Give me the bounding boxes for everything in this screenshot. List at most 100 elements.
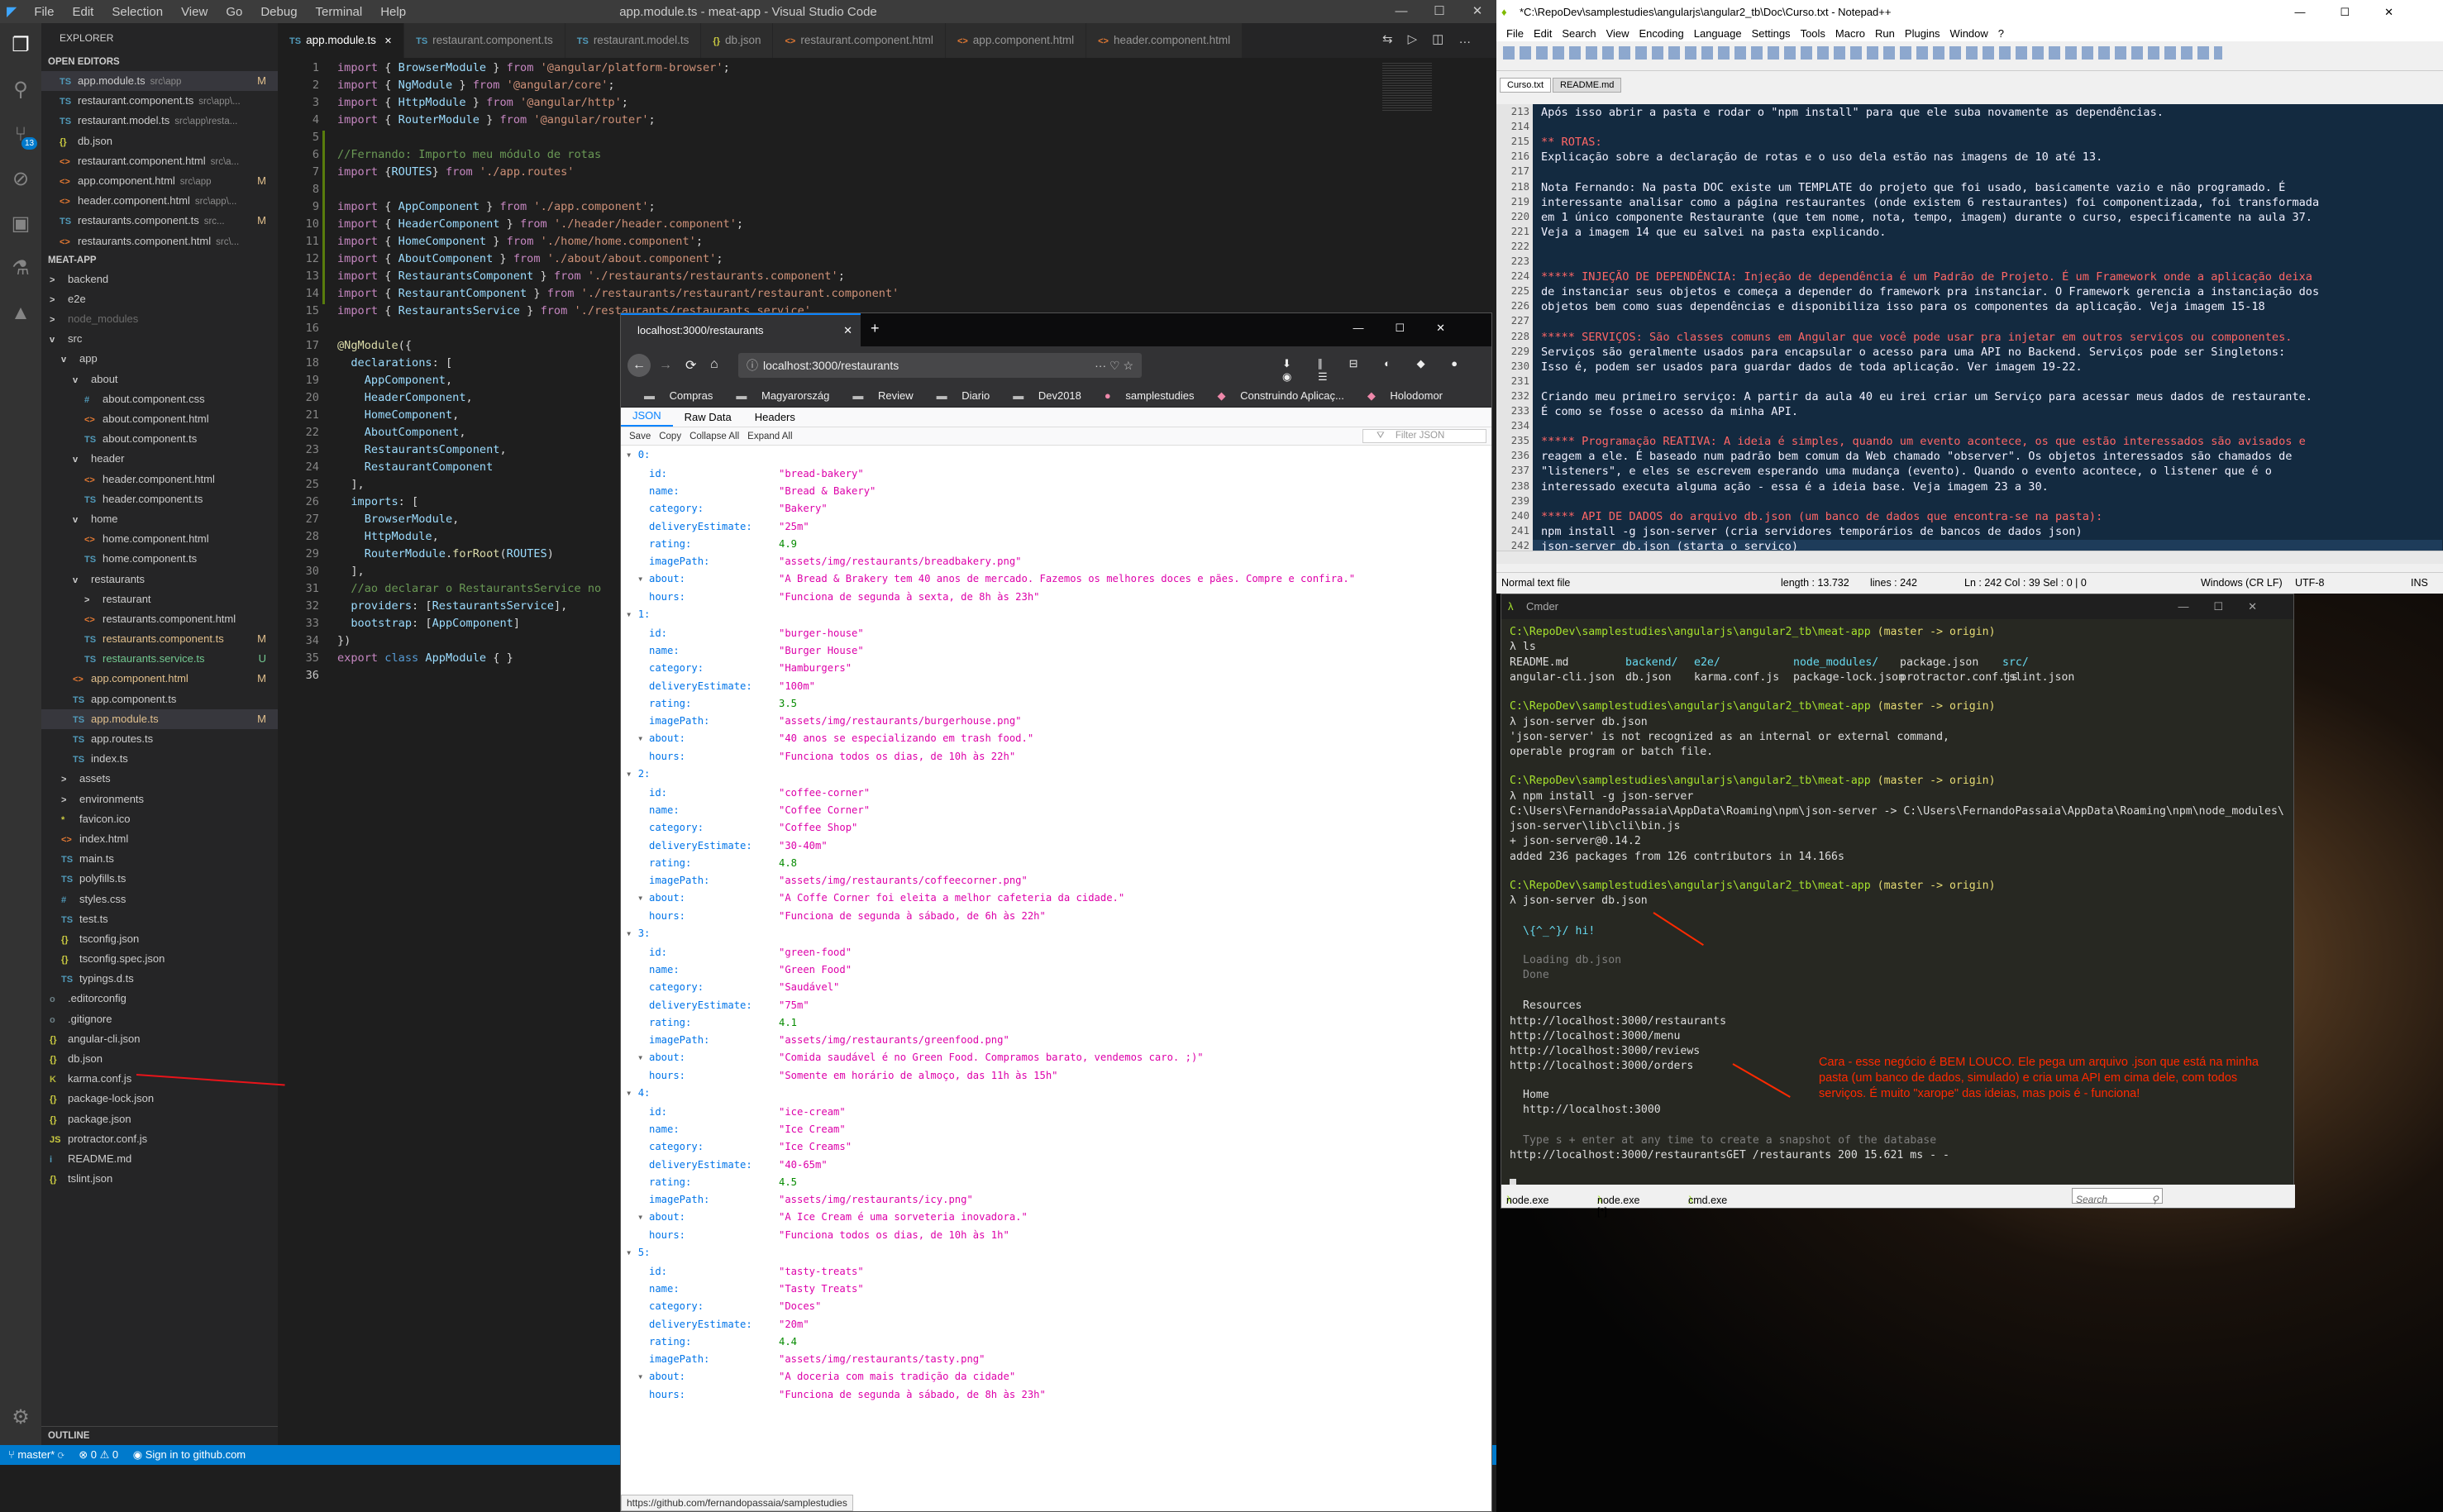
- npp-menu-item[interactable]: Encoding: [1639, 27, 1684, 40]
- back-icon[interactable]: ←: [627, 354, 651, 377]
- open-editor-item[interactable]: <> restaurants.component.html src\...: [41, 231, 278, 251]
- new-tab-icon[interactable]: +: [871, 320, 880, 337]
- npp-editor[interactable]: 213 214 215 216 217 218 219 220 221 222 223 224 225 2…: [1496, 104, 2443, 553]
- tree-item[interactable]: # about.component.css: [41, 389, 278, 409]
- open-editors-section[interactable]: OPEN EDITORS: [41, 53, 278, 71]
- open-editor-item[interactable]: {} db.json: [41, 131, 278, 151]
- npp-toolbar-icons[interactable]: [1503, 46, 2222, 60]
- open-editor-item[interactable]: TS restaurants.component.ts src... M: [41, 211, 278, 231]
- problems-indicator[interactable]: ⊗ 0 ⚠ 0: [79, 1448, 118, 1461]
- npp-menu-item[interactable]: Edit: [1534, 27, 1552, 40]
- npp-tab[interactable]: README.md: [1553, 78, 1622, 93]
- settings-gear-icon[interactable]: ⚙: [0, 1395, 41, 1440]
- editor-tab[interactable]: {} db.json: [701, 23, 774, 58]
- github-signin[interactable]: ◉ Sign in to github.com: [133, 1448, 246, 1461]
- explorer-icon[interactable]: ❐: [0, 23, 41, 68]
- npp-menu-item[interactable]: Language: [1694, 27, 1742, 40]
- editor-tab[interactable]: <> restaurant.component.html: [773, 23, 946, 58]
- npp-menu-item[interactable]: Window: [1950, 27, 1988, 40]
- tree-item[interactable]: # styles.css: [41, 890, 278, 909]
- tab-close-icon[interactable]: ✕: [843, 324, 852, 337]
- tree-item[interactable]: i README.md: [41, 1149, 278, 1169]
- branch-indicator[interactable]: ⑂ master* ⟳: [8, 1448, 64, 1461]
- tree-item[interactable]: {} db.json: [41, 1049, 278, 1069]
- menu-terminal[interactable]: Terminal: [316, 5, 363, 19]
- menu-selection[interactable]: Selection: [112, 5, 163, 19]
- tree-item[interactable]: JS protractor.conf.js: [41, 1129, 278, 1149]
- tree-item[interactable]: TS index.ts: [41, 749, 278, 769]
- tree-item[interactable]: TS test.ts: [41, 909, 278, 929]
- json-index[interactable]: ▾ 3:: [626, 928, 650, 939]
- npp-hscroll[interactable]: [1496, 551, 2443, 564]
- npp-tab[interactable]: Curso.txt: [1500, 78, 1552, 93]
- npp-menu-item[interactable]: View: [1606, 27, 1629, 40]
- json-tab-json[interactable]: JSON: [621, 409, 673, 427]
- open-editor-item[interactable]: <> header.component.html src\app\...: [41, 191, 278, 211]
- cmder-window-controls[interactable]: —☐✕: [2178, 594, 2282, 619]
- tree-item[interactable]: o .gitignore: [41, 1009, 278, 1029]
- bookmark-item[interactable]: ● samplestudies: [1093, 389, 1195, 402]
- npp-menu-item[interactable]: ?: [1998, 27, 2004, 40]
- project-section[interactable]: MEAT-APP: [41, 251, 278, 269]
- tree-item[interactable]: TS header.component.ts: [41, 489, 278, 509]
- tree-item[interactable]: TS restaurants.component.ts M: [41, 629, 278, 649]
- tree-item[interactable]: TS typings.d.ts: [41, 969, 278, 989]
- tree-item[interactable]: TS about.component.ts: [41, 429, 278, 449]
- menu-edit[interactable]: Edit: [72, 5, 93, 19]
- tree-item[interactable]: TS app.module.ts M: [41, 708, 278, 729]
- test-icon[interactable]: ⚗: [0, 246, 41, 291]
- forward-icon[interactable]: →: [659, 358, 672, 373]
- tree-item[interactable]: TS app.routes.ts: [41, 729, 278, 749]
- json-tab-raw-data[interactable]: Raw Data: [673, 411, 743, 427]
- cmder-search[interactable]: Search ⚲: [2072, 1188, 2163, 1205]
- url-bar[interactable]: ⓘ localhost:3000/restaurants ··· ♡ ☆: [738, 353, 1142, 378]
- json-index[interactable]: ▾ 2:: [626, 768, 650, 780]
- editor-tab[interactable]: TS app.module.ts ✕: [278, 23, 405, 58]
- tree-item[interactable]: > e2e: [41, 289, 278, 309]
- tree-item[interactable]: TS home.component.ts: [41, 549, 278, 569]
- tree-item[interactable]: <> header.component.html: [41, 470, 278, 489]
- npp-menu-item[interactable]: Search: [1562, 27, 1596, 40]
- tree-item[interactable]: o .editorconfig: [41, 989, 278, 1009]
- tree-item[interactable]: TS polyfills.ts: [41, 869, 278, 889]
- tree-item[interactable]: v header: [41, 449, 278, 469]
- more-icon[interactable]: …: [1458, 32, 1471, 46]
- close-icon[interactable]: ✕: [1458, 0, 1496, 23]
- extensions-icon[interactable]: ▣: [0, 202, 41, 246]
- tree-item[interactable]: TS restaurants.service.ts U: [41, 649, 278, 669]
- menu-debug[interactable]: Debug: [260, 5, 297, 19]
- npp-menu-item[interactable]: Macro: [1835, 27, 1865, 40]
- tree-item[interactable]: * favicon.ico: [41, 809, 278, 829]
- bookmark-item[interactable]: ▬ Compras: [632, 389, 713, 402]
- tree-item[interactable]: > restaurant: [41, 589, 278, 609]
- json-copy[interactable]: Copy: [659, 432, 681, 441]
- bookmark-item[interactable]: ▬ Magyarország: [724, 389, 829, 402]
- run-icon[interactable]: ▷: [1408, 32, 1418, 46]
- bookmark-item[interactable]: ◆ Construindo Aplicaç...: [1205, 389, 1343, 403]
- tree-item[interactable]: v home: [41, 509, 278, 529]
- editor-tab[interactable]: <> header.component.html: [1086, 23, 1243, 58]
- npp-menu-item[interactable]: Plugins: [1905, 27, 1940, 40]
- json-index[interactable]: ▾ 1:: [626, 608, 650, 620]
- tree-item[interactable]: <> index.html: [41, 829, 278, 849]
- npp-menu-item[interactable]: Run: [1875, 27, 1895, 40]
- json-index[interactable]: ▾ 5:: [626, 1247, 650, 1258]
- minimize-icon[interactable]: —: [1382, 0, 1420, 23]
- npp-window-controls[interactable]: —☐✕: [2294, 0, 2428, 25]
- search-icon[interactable]: ⚲: [0, 68, 41, 112]
- outline-section[interactable]: OUTLINE: [41, 1426, 278, 1444]
- bookmark-item[interactable]: ◆ Holodomor: [1356, 389, 1443, 403]
- tree-item[interactable]: {} tsconfig.spec.json: [41, 949, 278, 969]
- maximize-icon[interactable]: ☐: [1420, 0, 1458, 23]
- tree-item[interactable]: v restaurants: [41, 570, 278, 589]
- tree-item[interactable]: v app: [41, 349, 278, 369]
- open-editor-item[interactable]: TS restaurant.model.ts src\app\resta...: [41, 111, 278, 131]
- tree-item[interactable]: {} package-lock.json: [41, 1089, 278, 1109]
- bookmark-item[interactable]: ▬ Diario: [925, 389, 990, 402]
- open-editor-item[interactable]: TS app.module.ts src\app M: [41, 71, 278, 92]
- npp-menu-item[interactable]: File: [1506, 27, 1524, 40]
- tree-item[interactable]: {} package.json: [41, 1109, 278, 1129]
- open-editor-item[interactable]: TS restaurant.component.ts src\app\...: [41, 91, 278, 111]
- editor-tab[interactable]: <> app.component.html: [945, 23, 1087, 58]
- open-editor-item[interactable]: <> restaurant.component.html src\a...: [41, 151, 278, 171]
